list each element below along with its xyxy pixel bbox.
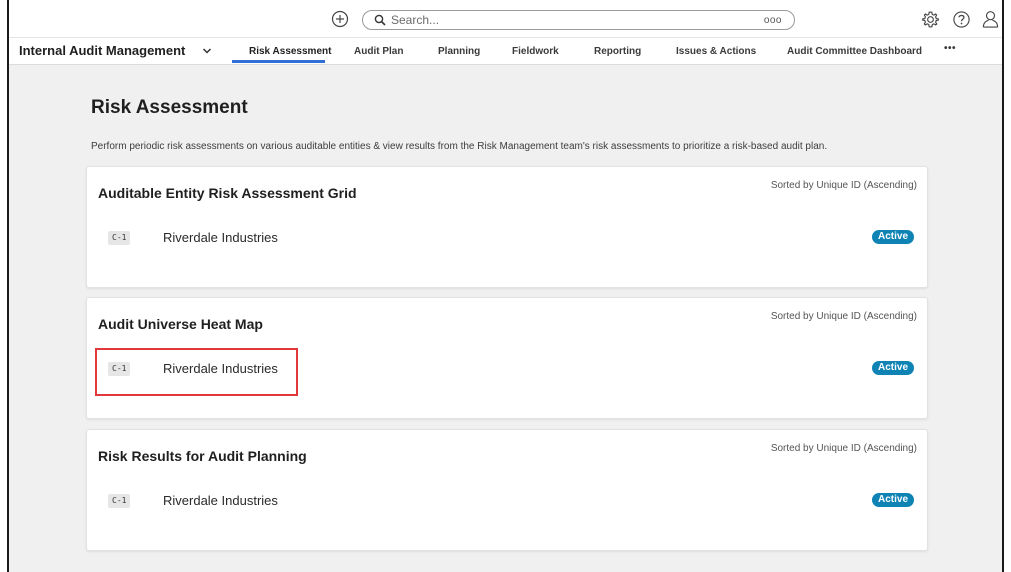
card-auditable-entity-grid: Auditable Entity Risk Assessment Grid So… xyxy=(86,166,928,288)
window-right-border xyxy=(1002,0,1004,572)
search-icon xyxy=(374,14,386,26)
page-title: Risk Assessment xyxy=(91,97,248,118)
tab-audit-plan[interactable]: Audit Plan xyxy=(354,45,403,58)
main-content: Risk Assessment Perform periodic risk as… xyxy=(9,65,1002,572)
add-icon[interactable] xyxy=(331,10,349,28)
card-risk-results-audit-planning: Risk Results for Audit Planning Sorted b… xyxy=(86,429,928,551)
more-tabs-icon[interactable]: ••• xyxy=(944,44,956,54)
unique-id-badge: C-1 xyxy=(108,494,131,508)
search-more-icon[interactable]: ooo xyxy=(764,13,782,28)
list-item[interactable]: C-1 Riverdale Industries Active xyxy=(104,490,914,514)
page-description: Perform periodic risk assessments on var… xyxy=(91,141,828,152)
tab-audit-committee-dashboard[interactable]: Audit Committee Dashboard xyxy=(787,45,922,58)
sort-indicator[interactable]: Sorted by Unique ID (Ascending) xyxy=(771,180,917,192)
unique-id-badge: C-1 xyxy=(108,231,131,245)
sort-indicator[interactable]: Sorted by Unique ID (Ascending) xyxy=(771,443,917,455)
tab-fieldwork[interactable]: Fieldwork xyxy=(512,45,559,58)
app-switcher[interactable]: Internal Audit Management xyxy=(19,43,185,59)
status-badge: Active xyxy=(871,493,914,507)
app-window: Search... ooo Internal Audit Management xyxy=(0,0,1011,572)
search-placeholder: Search... xyxy=(391,13,440,27)
highlight-box xyxy=(95,348,298,396)
card-title[interactable]: Audit Universe Heat Map xyxy=(98,316,263,333)
tab-reporting[interactable]: Reporting xyxy=(594,45,641,58)
search-input[interactable]: Search... ooo xyxy=(362,10,795,30)
entity-name[interactable]: Riverdale Industries xyxy=(163,493,278,509)
tab-planning[interactable]: Planning xyxy=(438,45,480,58)
card-title[interactable]: Risk Results for Audit Planning xyxy=(98,448,307,465)
chevron-down-icon[interactable] xyxy=(202,47,212,55)
active-tab-indicator xyxy=(232,60,325,63)
card-title[interactable]: Auditable Entity Risk Assessment Grid xyxy=(98,185,357,202)
help-icon[interactable] xyxy=(952,10,971,29)
sort-indicator[interactable]: Sorted by Unique ID (Ascending) xyxy=(771,311,917,323)
top-bar: Search... ooo xyxy=(9,0,1002,38)
gear-icon[interactable] xyxy=(921,10,940,29)
tab-issues-actions[interactable]: Issues & Actions xyxy=(676,45,756,58)
status-badge: Active xyxy=(871,230,914,244)
entity-name[interactable]: Riverdale Industries xyxy=(163,230,278,246)
tab-risk-assessment[interactable]: Risk Assessment xyxy=(249,45,331,58)
status-badge: Active xyxy=(871,361,914,375)
nav-bar: Internal Audit Management Risk Assessmen… xyxy=(9,38,1002,65)
list-item[interactable]: C-1 Riverdale Industries Active xyxy=(104,227,914,251)
user-icon[interactable] xyxy=(981,9,1000,29)
